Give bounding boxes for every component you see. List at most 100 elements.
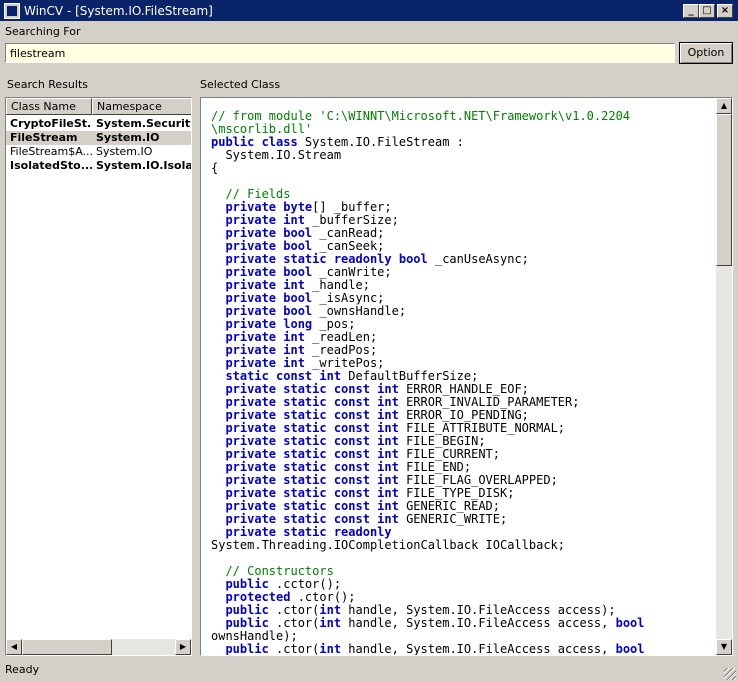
code-text: FILE_END; [406,460,472,474]
code-text: [] _buffer; [312,200,392,214]
close-button[interactable]: × [717,4,733,18]
code-text: _writePos; [312,356,385,370]
search-label: Searching For [5,25,81,38]
namespace-cell: System.IO [96,145,153,158]
code-comment: // from module 'C:\WINNT\Microsoft.NET\F… [211,109,631,123]
scroll-right-icon[interactable]: ▶ [175,639,191,655]
code-text: .cctor(); [276,577,342,591]
maximize-button[interactable]: □ [699,4,715,18]
code-keyword: private bool [211,291,320,305]
code-text: System.Threading.IOCompletionCallback IO… [211,538,566,552]
code-comment: \mscorlib.dll' [211,122,313,136]
column-header-namespace[interactable]: Namespace [92,98,191,115]
code-keyword: public [211,616,277,630]
horizontal-scroll-thumb[interactable] [22,639,112,655]
code-keyword: static const int [211,369,349,383]
code-keyword: bool [615,616,645,630]
table-row[interactable]: CryptoFileSt... System.Security. [6,117,191,131]
app-icon[interactable] [4,3,20,19]
code-text: _pos; [319,317,356,331]
code-keyword: private static const int [211,460,407,474]
code-keyword: int [319,603,349,617]
selected-class-view[interactable]: // from module 'C:\WINNT\Microsoft.NET\F… [200,97,733,656]
code-keyword: private bool [211,226,320,240]
scroll-left-icon[interactable]: ◀ [6,639,22,655]
code-text: .ctor( [276,603,320,617]
code-text: ERROR_INVALID_PARAMETER; [406,395,580,409]
list-header: Class Name Namespace [6,98,191,115]
code-text: _ownsHandle; [319,304,407,318]
title-bar[interactable]: WinCV - [System.IO.FileStream] _ □ × [0,0,738,22]
code-text: ERROR_HANDLE_EOF; [406,382,529,396]
code-comment: // Fields [211,187,291,201]
code-text: handle, System.IO.FileAccess access, [348,642,616,656]
code-keyword: private static const int [211,408,407,422]
vertical-scroll-thumb[interactable] [716,114,732,266]
code-comment: // Constructors [211,564,334,578]
scroll-down-icon[interactable]: ▼ [716,639,732,655]
code-keyword: private int [211,343,313,357]
table-row[interactable]: FileStream$A... System.IO [6,145,191,159]
code-keyword: protected [211,590,298,604]
code-text: FILE_CURRENT; [406,447,500,461]
code-keyword: private static const int [211,499,407,513]
code-text: System.IO.FileStream : [304,135,464,149]
code-text: GENERIC_WRITE; [406,512,508,526]
table-row[interactable]: IsolatedSto... System.IO.Isolat [6,159,191,173]
code-text: handle, System.IO.FileAccess access); [348,603,616,617]
code-line: { [211,162,716,175]
code-text: { [211,161,219,175]
code-keyword: public [211,642,277,656]
code-text: FILE_ATTRIBUTE_NORMAL; [406,421,566,435]
code-text: .ctor( [276,642,320,656]
class-name-cell: CryptoFileSt... [10,117,92,130]
class-name-cell: FileStream$A... [10,145,92,158]
code-text: FILE_TYPE_DISK; [406,486,515,500]
code-keyword: private int [211,356,313,370]
code-text: _canRead; [319,226,385,240]
code-keyword: public [211,577,277,591]
code-text: _handle; [312,278,370,292]
search-input[interactable] [5,43,675,63]
code-keyword: private static const int [211,486,407,500]
class-name-cell: IsolatedSto... [10,159,92,172]
horizontal-scrollbar[interactable]: ◀ ▶ [6,639,191,655]
selected-class-label: Selected Class [200,78,281,91]
code-text: .ctor( [276,616,320,630]
code-text: _readLen; [312,330,378,344]
resize-grip-icon[interactable] [724,668,736,680]
code-keyword: private static const int [211,512,407,526]
search-results-label: Search Results [7,78,89,91]
scroll-up-icon[interactable]: ▲ [716,98,732,114]
vertical-scrollbar[interactable]: ▲ ▼ [716,98,732,655]
code-keyword: private bool [211,239,320,253]
code-keyword: private int [211,213,313,227]
column-header-class-name[interactable]: Class Name [6,98,92,115]
class-name-cell: FileStream [10,131,78,144]
code-keyword: private static const int [211,395,407,409]
table-row[interactable]: FileStream System.IO [6,131,191,145]
code-keyword: private static const int [211,382,407,396]
code-line: System.IO.Stream [211,149,716,162]
code-keyword: private byte [211,200,313,214]
code-text: DefaultBufferSize; [348,369,479,383]
class-source-text: // from module 'C:\WINNT\Microsoft.NET\F… [211,110,716,656]
code-keyword: bool [615,642,645,656]
code-text: _canSeek; [319,239,385,253]
code-keyword: private bool [211,265,320,279]
code-text: FILE_FLAG_OVERLAPPED; [406,473,558,487]
code-keyword: private int [211,330,313,344]
code-text: System.IO.Stream [211,148,342,162]
code-keyword: public class [211,135,305,149]
code-line: public .ctor(int handle, System.IO.FileA… [211,643,716,656]
code-keyword: int [319,642,349,656]
window-title: WinCV - [System.IO.FileStream] [24,4,213,18]
code-text: _readPos; [312,343,378,357]
minimize-button[interactable]: _ [683,4,699,18]
code-keyword: private static readonly [211,525,392,539]
search-results-list[interactable]: Class Name Namespace CryptoFileSt... Syst… [5,97,192,656]
code-text: ERROR_IO_PENDING; [406,408,529,422]
code-keyword: private static const int [211,473,407,487]
code-keyword: private bool [211,304,320,318]
option-button[interactable]: Option [679,42,733,64]
